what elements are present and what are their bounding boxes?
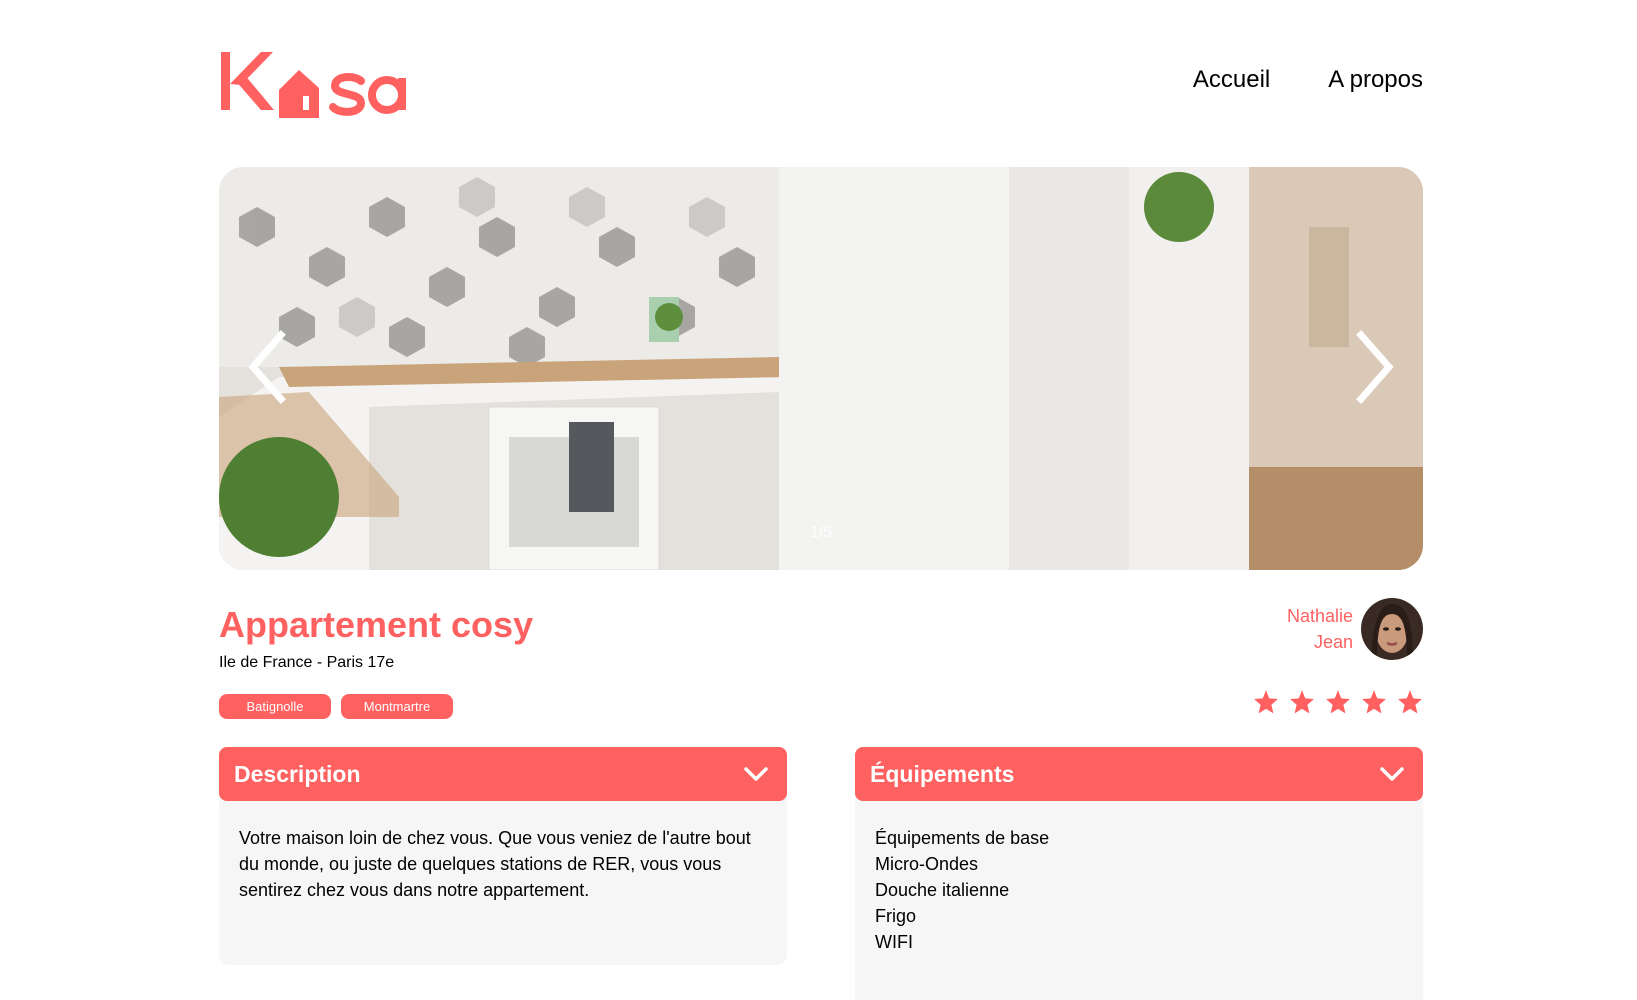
main-nav: Accueil A propos xyxy=(1193,66,1423,94)
chevron-left-icon[interactable] xyxy=(239,327,299,407)
star-icon xyxy=(1290,690,1314,714)
list-item: Frigo xyxy=(875,906,917,926)
star-icon xyxy=(1362,690,1386,714)
equipments-toggle[interactable]: Équipements xyxy=(855,747,1423,801)
tag: Batignolle xyxy=(219,694,331,719)
list-item: Micro-Ondes xyxy=(875,854,979,874)
star-icon xyxy=(1326,690,1350,714)
photo-carousel: 1/5 xyxy=(219,167,1423,570)
description-text: Votre maison loin de chez vous. Que vous… xyxy=(219,793,787,965)
star-icon xyxy=(1254,690,1278,714)
list-item: Douche italienne xyxy=(875,880,1010,900)
apartment-photo xyxy=(219,167,1423,570)
carousel-counter: 1/5 xyxy=(809,524,833,541)
equipments-collapse: Équipements Équipements de base Micro-On… xyxy=(855,747,1423,1000)
description-collapse: Description Votre maison loin de chez vo… xyxy=(219,747,787,965)
host-name: Nathalie Jean xyxy=(1287,603,1353,655)
chevron-down-icon xyxy=(1380,767,1404,781)
description-title: Description xyxy=(234,760,361,787)
rating-stars xyxy=(1253,689,1423,715)
equipments-list: Équipements de base Micro-Ondes Douche i… xyxy=(855,793,1423,1000)
star-icon xyxy=(1398,690,1422,714)
host-first-name: Nathalie xyxy=(1286,606,1353,626)
listing-title: Appartement cosy xyxy=(219,604,534,645)
list-item: WIFI xyxy=(875,932,913,952)
description-toggle[interactable]: Description xyxy=(219,747,787,801)
avatar-image xyxy=(1361,598,1423,660)
tag: Montmartre xyxy=(341,694,453,719)
kasa-logo[interactable] xyxy=(219,48,419,118)
list-item: Équipements de base xyxy=(875,828,1050,848)
chevron-down-icon xyxy=(744,767,768,781)
chevron-right-icon[interactable] xyxy=(1343,327,1403,407)
host-last-name: Jean xyxy=(1313,632,1353,652)
host-avatar xyxy=(1361,598,1423,660)
equipments-title: Équipements xyxy=(870,760,1015,787)
tag-list: Batignolle Montmartre xyxy=(219,694,453,719)
listing-location: Ile de France - Paris 17e xyxy=(219,654,395,671)
logo-image xyxy=(221,52,406,118)
nav-link-home[interactable]: Accueil xyxy=(1193,66,1270,94)
host-card: Nathalie Jean xyxy=(1287,598,1423,660)
site-header: Accueil A propos xyxy=(219,48,1423,118)
nav-link-about[interactable]: A propos xyxy=(1328,66,1423,94)
